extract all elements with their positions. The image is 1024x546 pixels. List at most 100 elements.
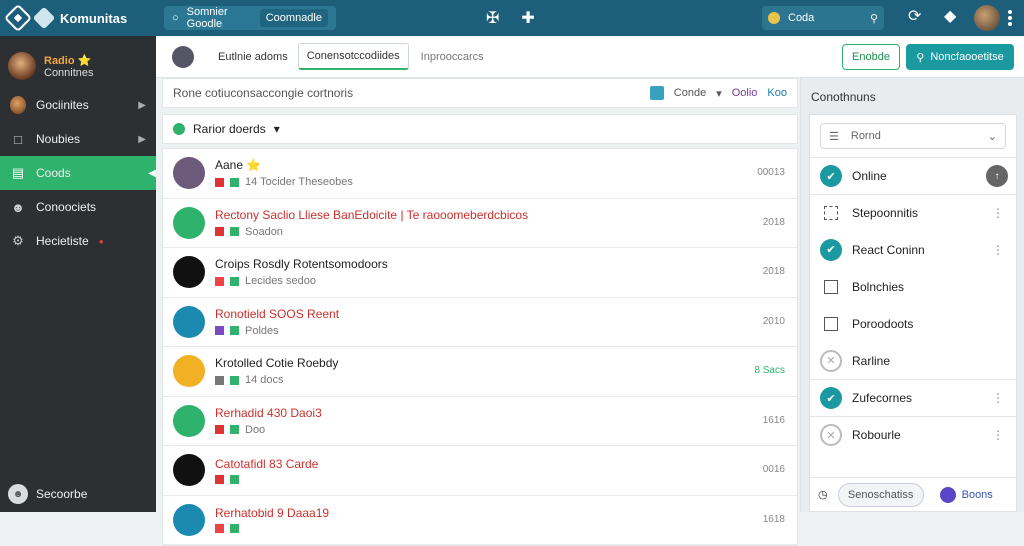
panel-item-label: Poroodoots [852, 316, 914, 331]
filter-mid[interactable]: Conde [674, 87, 706, 99]
tag-icon [215, 474, 224, 484]
panel-item-label: Online [852, 169, 887, 183]
settings-icon: ⚙ [12, 233, 24, 248]
history-icon[interactable]: ◷ [818, 488, 828, 501]
tab-conensotccodiides[interactable]: Conensotccodiides [297, 43, 409, 70]
search-tab[interactable]: Somnier Goodle [187, 6, 252, 30]
plus-icon[interactable]: ✚ [521, 8, 534, 28]
panel-item-label: Rarline [852, 353, 891, 368]
list-item[interactable]: Ronotield SOOS Reent Poldes 2010 [163, 298, 797, 347]
list-item[interactable]: Catotafidl 83 Carde 0016 [163, 446, 797, 496]
row-avatar [173, 157, 205, 190]
row-body: Rerhadid 430 Daoi3 Doo [215, 406, 322, 436]
tab-eutlnie[interactable]: Eutlnie adoms [210, 45, 296, 69]
panel-item[interactable]: ✕ Rarline [810, 342, 1016, 379]
sidebar-item-conoociets[interactable]: ☻ Conoociets [0, 190, 156, 224]
row-body: Aane ⭐ 14 Tocider Theseobes [215, 158, 353, 188]
row-title: Croips Rosdly Rotentsomodoors [215, 257, 388, 272]
kebab-icon[interactable]: ⋮ [992, 243, 1004, 257]
sidebar-user[interactable]: Radio ⭐ Connitnes [0, 36, 156, 88]
kebab-icon[interactable]: ⋮ [992, 428, 1004, 442]
row-time: 2018 [762, 266, 785, 277]
primary-action-button[interactable]: ⚲ Noncfaooetitse [906, 44, 1014, 70]
filter-right-1[interactable]: Oolio [732, 87, 758, 99]
row-avatar [173, 305, 205, 338]
list-item[interactable]: Aane ⭐ 14 Tocider Theseobes 00013 [163, 149, 797, 199]
sidebar-item-label: Coods [36, 166, 71, 180]
magnifier-icon[interactable]: ⚲ [870, 12, 878, 25]
check-icon: ✔ [820, 165, 842, 187]
chevron-down-icon[interactable]: ▾ [274, 122, 280, 136]
app-logo[interactable]: Komunitas [0, 3, 156, 33]
panel-items: ✔ Online ↑ Stepoonnitis ⋮ ✔ React Coninn ⋮ Bolnc… [810, 157, 1016, 453]
checkbox-icon[interactable] [824, 279, 838, 294]
list-item[interactable]: Rectony Saclio Lliese BanEdoicite | Te r… [163, 199, 797, 248]
row-body: Rerhatobid 9 Daaa19 [215, 506, 329, 534]
kebab-icon[interactable]: ⋮ [992, 391, 1004, 405]
status-bar[interactable]: Rarior doerds ▾ [162, 114, 798, 144]
check-icon: ✔ [820, 387, 842, 409]
list-item[interactable]: Rerhatobid 9 Daaa19 1618 [163, 496, 797, 545]
tag-icon [230, 474, 239, 484]
row-title: Rectony Saclio Lliese BanEdoicite | Te r… [215, 207, 529, 222]
tab-inprooccarcs[interactable]: Inprooccarcs [413, 45, 492, 69]
menu-icon[interactable] [1008, 10, 1012, 26]
sidebar-bottom[interactable]: ☻ Secoorbe [8, 484, 87, 504]
filter-right-2[interactable]: Koo [767, 87, 787, 99]
puzzle-icon[interactable]: ✠ [486, 8, 499, 28]
search-tab-2[interactable]: Coomnadle [259, 9, 328, 27]
row-title: Catotafidl 83 Carde [215, 456, 319, 471]
chevron-right-icon: ▶ [138, 99, 146, 111]
top-search[interactable]: ○ Somnier Goodle Coomnadle [164, 6, 336, 30]
top-right-search[interactable]: Coda ⚲ [762, 6, 884, 30]
tag-icon [215, 227, 224, 237]
panel-select[interactable]: ☰ Rornd ⌄ [820, 123, 1006, 149]
footer-link[interactable]: Boons [939, 486, 993, 503]
chevron-left-icon: ◀ [148, 167, 156, 179]
sidebar-item-hecietiste[interactable]: ⚙ Hecietiste ● [0, 224, 156, 258]
sidebar-item-label: Hecietiste [36, 234, 89, 248]
panel-item[interactable]: Poroodoots [810, 305, 1016, 342]
panel-item[interactable]: Stepoonnitis ⋮ [810, 194, 1016, 231]
filter-bar[interactable]: Rone cotiuconsaccongie cortnoris Conde ▾… [162, 78, 798, 108]
bell-icon[interactable]: ◆ [944, 6, 956, 26]
row-avatar [173, 503, 205, 536]
panel-item[interactable]: Bolnchies [810, 268, 1016, 305]
panel-item[interactable]: ✕ Robourle ⋮ [810, 416, 1016, 453]
status-icon [173, 123, 185, 135]
refresh-icon[interactable]: ⟳ [908, 6, 921, 26]
filter-avatar [649, 86, 664, 100]
row-meta-text: Poldes [245, 324, 279, 337]
sidebar-item-coods[interactable]: ▤ Coods ◀ [0, 156, 156, 190]
sidebar-item-noubies[interactable]: □ Noubies ▶ [0, 122, 156, 156]
row-avatar [173, 454, 205, 487]
row-title: Ronotield SOOS Reent [215, 306, 340, 321]
chevron-down-icon: ⌄ [987, 130, 997, 143]
channel-avatar[interactable] [172, 45, 194, 68]
panel-item[interactable]: ✔ Online ↑ [810, 157, 1016, 194]
user-avatar[interactable] [974, 5, 1000, 31]
top-icons: ✠ ✚ [486, 8, 535, 28]
panel-item-label: Stepoonnitis [852, 206, 919, 220]
row-title: Rerhadid 430 Daoi3 [215, 405, 322, 420]
row-body: Krotolled Cotie Roebdy 14 docs [215, 356, 338, 386]
list-item[interactable]: Croips Rosdly Rotentsomodoors Lecides se… [163, 248, 797, 298]
list-item[interactable]: Rerhadid 430 Daoi3 Doo 1616 [163, 397, 797, 446]
footer-button[interactable]: Senoschatiss [837, 482, 924, 507]
main-content: Rone cotiuconsaccongie cortnoris Conde ▾… [162, 78, 798, 546]
tag-icon [215, 375, 224, 385]
row-title: Krotolled Cotie Roebdy [215, 356, 339, 371]
kebab-icon[interactable]: ⋮ [992, 206, 1004, 220]
info-icon[interactable]: ↑ [986, 165, 1008, 187]
checkbox-icon[interactable] [824, 316, 838, 331]
sidebar-item-gociinites[interactable]: Gociinites ▶ [0, 88, 156, 122]
panel-item[interactable]: ✔ React Coninn ⋮ [810, 231, 1016, 268]
list-item[interactable]: Krotolled Cotie Roebdy 14 docs 8 Sacs [163, 347, 797, 397]
enable-button[interactable]: Enobde [842, 44, 900, 70]
row-avatar [173, 404, 205, 437]
row-body: Ronotield SOOS Reent Poldes [215, 307, 339, 337]
footer-link-label: Boons [961, 488, 993, 501]
row-meta: Doo [215, 424, 322, 436]
chevron-down-icon[interactable]: ▾ [716, 87, 722, 100]
panel-item[interactable]: ✔ Zufecornes ⋮ [810, 379, 1016, 416]
